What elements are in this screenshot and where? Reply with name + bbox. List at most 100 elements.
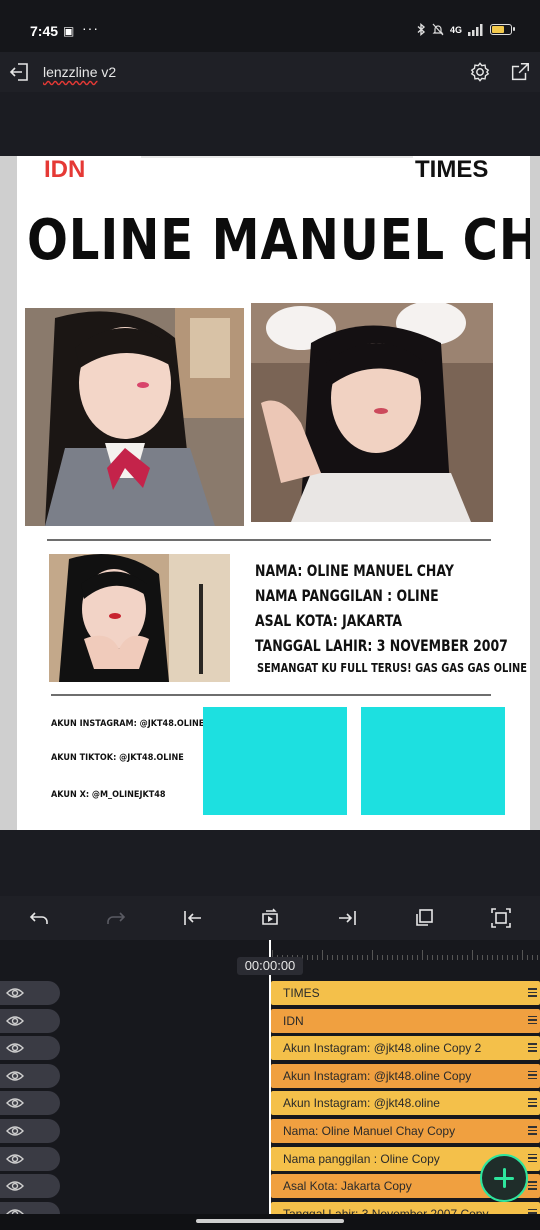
fit-screen-button[interactable] xyxy=(489,906,513,930)
timeline-track[interactable]: IDN xyxy=(271,1008,540,1033)
ruler-tick xyxy=(317,955,318,960)
drag-handle-icon[interactable] xyxy=(528,988,537,997)
track-label: Nama panggilan : Oline Copy xyxy=(283,1151,440,1166)
ruler-tick xyxy=(307,955,308,960)
layer-visibility-toggle[interactable] xyxy=(0,981,60,1005)
redo-icon xyxy=(107,912,126,924)
timeline-track[interactable]: TIMES xyxy=(271,981,540,1005)
add-layer-button[interactable] xyxy=(480,1154,528,1202)
jump-end-icon xyxy=(339,911,356,925)
timeline-track[interactable]: Akun Instagram: @jkt48.oline Copy xyxy=(271,1063,540,1088)
signal-icon xyxy=(468,23,483,36)
ruler-tick xyxy=(507,955,508,960)
ruler-tick xyxy=(342,955,343,960)
ruler-tick xyxy=(352,955,353,960)
layer-visibility-toggle[interactable] xyxy=(0,1063,60,1088)
status-bar: 7:45 ▣ ··· 4G xyxy=(0,0,540,52)
ruler-tick xyxy=(372,950,373,960)
ruler-tick xyxy=(457,955,458,960)
drag-handle-icon[interactable] xyxy=(528,1015,537,1025)
jump-start-icon xyxy=(184,911,201,925)
playhead[interactable] xyxy=(269,940,271,1230)
drag-handle-icon[interactable] xyxy=(528,1126,537,1135)
divider-2 xyxy=(51,694,491,696)
time-ruler[interactable] xyxy=(272,940,540,960)
ruler-tick xyxy=(357,955,358,960)
social-instagram: AKUN INSTAGRAM: @JKT48.OLINE xyxy=(51,719,205,729)
preview-top-gap xyxy=(0,92,540,156)
ruler-tick xyxy=(447,955,448,960)
layer-visibility-toggle[interactable] xyxy=(0,1146,60,1171)
eye-icon xyxy=(6,1126,24,1136)
timeline-panel[interactable]: 00:00:00 TIMES IDN Akun Instagram: @jkt48.… xyxy=(0,940,540,1230)
system-nav-bar xyxy=(0,1214,540,1230)
timeline-track[interactable]: Nama: Oline Manuel Chay Copy xyxy=(271,1119,540,1143)
play-preview-button[interactable] xyxy=(258,906,282,930)
layer-visibility-toggle[interactable] xyxy=(0,1008,60,1033)
ruler-tick xyxy=(522,950,523,960)
timeline-track[interactable]: Akun Instagram: @jkt48.oline Copy 2 xyxy=(271,1036,540,1061)
eye-icon xyxy=(6,988,24,998)
layer-visibility-toggle[interactable] xyxy=(0,1091,60,1116)
preview-canvas[interactable]: IDN TIMES OLINE MANUEL CHAY xyxy=(17,156,530,830)
jump-to-start-button[interactable] xyxy=(181,906,205,930)
ruler-tick xyxy=(387,955,388,960)
jump-to-end-button[interactable] xyxy=(335,906,359,930)
ruler-tick xyxy=(407,955,408,960)
play-loop-icon xyxy=(262,908,278,925)
track-label: Nama: Oline Manuel Chay Copy xyxy=(283,1124,456,1138)
layer-visibility-toggle[interactable] xyxy=(0,1174,60,1199)
ruler-tick xyxy=(462,955,463,960)
preview-bottom-gap xyxy=(0,830,540,896)
info-name: NAMA: OLINE MANUEL CHAY xyxy=(255,561,454,580)
timeline-track[interactable]: Akun Instagram: @jkt48.oline xyxy=(271,1091,540,1116)
home-indicator[interactable] xyxy=(196,1219,344,1223)
cyan-box-1 xyxy=(203,707,347,815)
ruler-tick xyxy=(322,950,323,960)
exit-icon[interactable] xyxy=(8,60,32,84)
ruler-tick xyxy=(452,955,453,960)
bluetooth-icon xyxy=(417,23,426,36)
ruler-tick xyxy=(502,955,503,960)
ruler-tick xyxy=(492,955,493,960)
social-x: AKUN X: @M_OLINEJKT48 xyxy=(51,790,166,800)
undo-button[interactable] xyxy=(27,906,51,930)
drag-handle-icon[interactable] xyxy=(528,1098,537,1107)
ruler-tick xyxy=(437,955,438,960)
cyan-box-2 xyxy=(361,707,505,815)
info-birthdate: TANGGAL LAHIR: 3 NOVEMBER 2007 xyxy=(255,636,508,655)
social-tiktok: AKUN TIKTOK: @JKT48.OLINE xyxy=(51,753,184,763)
ruler-tick xyxy=(367,955,368,960)
ruler-tick xyxy=(402,955,403,960)
track-label: IDN xyxy=(283,1013,304,1028)
ruler-tick xyxy=(347,955,348,960)
info-nickname: NAMA PANGGILAN : OLINE xyxy=(255,586,439,605)
ruler-tick xyxy=(332,955,333,960)
drag-handle-icon[interactable] xyxy=(528,1181,537,1190)
editor-top-bar: lenzzline v2 xyxy=(0,52,540,92)
ruler-tick xyxy=(417,955,418,960)
ruler-tick xyxy=(477,955,478,960)
ruler-tick xyxy=(472,950,473,960)
drag-handle-icon[interactable] xyxy=(528,1043,537,1052)
export-icon[interactable] xyxy=(509,61,531,83)
layer-visibility-toggle[interactable] xyxy=(0,1119,60,1143)
drag-handle-icon[interactable] xyxy=(528,1070,537,1080)
ruler-tick xyxy=(517,955,518,960)
ruler-tick xyxy=(512,955,513,960)
eye-icon xyxy=(6,1181,24,1191)
layer-visibility-toggle[interactable] xyxy=(0,1036,60,1061)
editor-toolbar xyxy=(0,896,540,940)
eye-icon xyxy=(6,1153,24,1164)
ruler-tick xyxy=(362,955,363,960)
duplicate-button[interactable] xyxy=(412,906,436,930)
ruler-tick xyxy=(537,955,538,960)
times-text: TIMES xyxy=(415,156,489,183)
ruler-tick xyxy=(412,955,413,960)
idn-text: IDN xyxy=(44,156,86,183)
settings-gear-icon[interactable] xyxy=(469,61,491,83)
redo-button[interactable] xyxy=(104,906,128,930)
drag-handle-icon[interactable] xyxy=(528,1153,537,1163)
project-title[interactable]: lenzzline v2 xyxy=(43,64,116,80)
eye-icon xyxy=(6,1071,24,1081)
